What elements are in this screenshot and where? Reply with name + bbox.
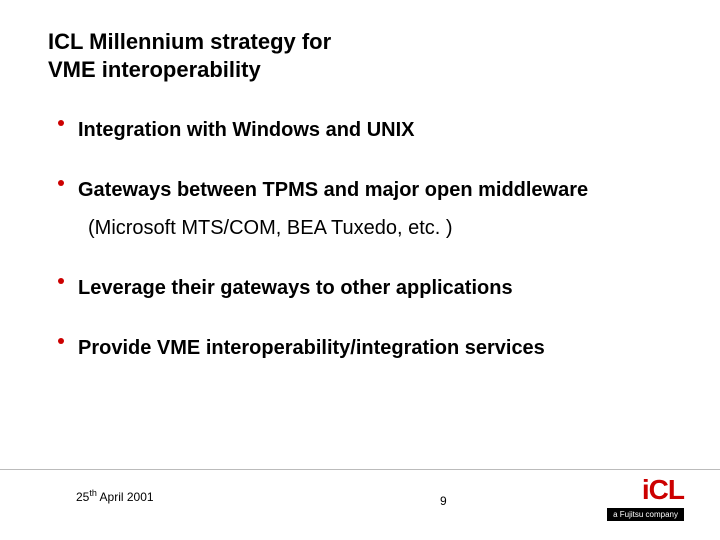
slide-content: Integration with Windows and UNIX Gatewa… (48, 111, 680, 367)
bullet-text: Provide VME interoperability/integration… (78, 329, 545, 367)
bullet-item: Gateways between TPMS and major open mid… (58, 171, 680, 209)
footer-date: 25th April 2001 (76, 488, 154, 504)
bullet-icon (58, 180, 64, 186)
logo-tagline: a Fujitsu company (607, 508, 684, 521)
bullet-item: Leverage their gateways to other applica… (58, 269, 680, 307)
bullet-item: Provide VME interoperability/integration… (58, 329, 680, 367)
logo-text: iCL (607, 476, 684, 504)
bullet-icon (58, 338, 64, 344)
date-rest: April 2001 (97, 490, 154, 504)
bullet-subtext: (Microsoft MTS/COM, BEA Tuxedo, etc. ) (88, 209, 680, 247)
page-number: 9 (440, 494, 447, 508)
bullet-icon (58, 278, 64, 284)
bullet-icon (58, 120, 64, 126)
slide-title: ICL Millennium strategy for VME interope… (48, 28, 680, 83)
bullet-item: Integration with Windows and UNIX (58, 111, 680, 149)
slide: ICL Millennium strategy for VME interope… (0, 0, 720, 540)
bullet-text: Gateways between TPMS and major open mid… (78, 171, 588, 209)
title-line-2: VME interoperability (48, 57, 261, 82)
bullet-text: Integration with Windows and UNIX (78, 111, 414, 149)
bullet-text: Leverage their gateways to other applica… (78, 269, 513, 307)
footer-logo: iCL a Fujitsu company (607, 476, 684, 522)
title-line-1: ICL Millennium strategy for (48, 29, 331, 54)
date-day: 25 (76, 490, 89, 504)
date-suffix: th (89, 488, 97, 498)
footer-divider (0, 469, 720, 470)
